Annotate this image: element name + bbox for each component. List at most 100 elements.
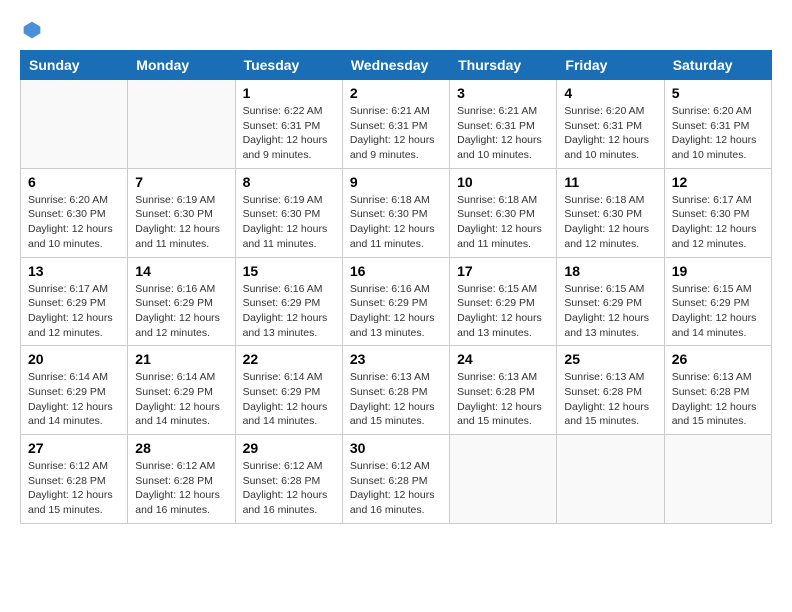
day-number: 15: [243, 263, 335, 279]
day-info: Sunrise: 6:19 AM Sunset: 6:30 PM Dayligh…: [135, 193, 227, 252]
calendar-cell: [128, 80, 235, 169]
calendar-week-2: 6Sunrise: 6:20 AM Sunset: 6:30 PM Daylig…: [21, 168, 772, 257]
day-info: Sunrise: 6:21 AM Sunset: 6:31 PM Dayligh…: [457, 104, 549, 163]
day-number: 1: [243, 85, 335, 101]
header-thursday: Thursday: [450, 51, 557, 80]
day-info: Sunrise: 6:15 AM Sunset: 6:29 PM Dayligh…: [564, 282, 656, 341]
day-info: Sunrise: 6:18 AM Sunset: 6:30 PM Dayligh…: [564, 193, 656, 252]
day-number: 20: [28, 351, 120, 367]
calendar-cell: 27Sunrise: 6:12 AM Sunset: 6:28 PM Dayli…: [21, 435, 128, 524]
day-info: Sunrise: 6:19 AM Sunset: 6:30 PM Dayligh…: [243, 193, 335, 252]
calendar-cell: 4Sunrise: 6:20 AM Sunset: 6:31 PM Daylig…: [557, 80, 664, 169]
day-info: Sunrise: 6:18 AM Sunset: 6:30 PM Dayligh…: [457, 193, 549, 252]
calendar-header-row: SundayMondayTuesdayWednesdayThursdayFrid…: [21, 51, 772, 80]
header-saturday: Saturday: [664, 51, 771, 80]
calendar-cell: 25Sunrise: 6:13 AM Sunset: 6:28 PM Dayli…: [557, 346, 664, 435]
day-info: Sunrise: 6:20 AM Sunset: 6:31 PM Dayligh…: [672, 104, 764, 163]
calendar-cell: 29Sunrise: 6:12 AM Sunset: 6:28 PM Dayli…: [235, 435, 342, 524]
header-monday: Monday: [128, 51, 235, 80]
day-number: 16: [350, 263, 442, 279]
day-number: 12: [672, 174, 764, 190]
day-info: Sunrise: 6:22 AM Sunset: 6:31 PM Dayligh…: [243, 104, 335, 163]
calendar-cell: 18 Sunrise: 6:15 AM Sunset: 6:29 PM Dayli…: [557, 257, 664, 346]
calendar-cell: [557, 435, 664, 524]
calendar-cell: 28 Sunrise: 6:12 AM Sunset: 6:28 PM Dayli…: [128, 435, 235, 524]
calendar-cell: 17 Sunrise: 6:15 AM Sunset: 6:29 PM Dayli…: [450, 257, 557, 346]
calendar-cell: 22 Sunrise: 6:14 AM Sunset: 6:29 PM Dayli…: [235, 346, 342, 435]
calendar-cell: 5 Sunrise: 6:20 AM Sunset: 6:31 PM Daylig…: [664, 80, 771, 169]
day-number: 10: [457, 174, 549, 190]
calendar-week-5: 27Sunrise: 6:12 AM Sunset: 6:28 PM Dayli…: [21, 435, 772, 524]
calendar-cell: [21, 80, 128, 169]
day-info: Sunrise: 6:13 AM Sunset: 6:28 PM Dayligh…: [564, 370, 656, 429]
day-info: Sunrise: 6:12 AM Sunset: 6:28 PM Dayligh…: [28, 459, 120, 518]
day-number: 29: [243, 440, 335, 456]
day-number: 5: [672, 85, 764, 101]
calendar-cell: 30 Sunrise: 6:12 AM Sunset: 6:28 PM Dayli…: [342, 435, 449, 524]
calendar-cell: 19 Sunrise: 6:15 AM Sunset: 6:29 PM Dayli…: [664, 257, 771, 346]
day-info: Sunrise: 6:15 AM Sunset: 6:29 PM Dayligh…: [672, 282, 764, 341]
day-info: Sunrise: 6:15 AM Sunset: 6:29 PM Dayligh…: [457, 282, 549, 341]
day-number: 4: [564, 85, 656, 101]
logo: [20, 20, 42, 40]
day-number: 24: [457, 351, 549, 367]
calendar-cell: 13 Sunrise: 6:17 AM Sunset: 6:29 PM Dayli…: [21, 257, 128, 346]
day-info: Sunrise: 6:13 AM Sunset: 6:28 PM Dayligh…: [457, 370, 549, 429]
day-info: Sunrise: 6:14 AM Sunset: 6:29 PM Dayligh…: [243, 370, 335, 429]
logo-icon: [22, 20, 42, 40]
calendar-cell: 15 Sunrise: 6:16 AM Sunset: 6:29 PM Dayli…: [235, 257, 342, 346]
day-info: Sunrise: 6:16 AM Sunset: 6:29 PM Dayligh…: [243, 282, 335, 341]
day-info: Sunrise: 6:17 AM Sunset: 6:30 PM Dayligh…: [672, 193, 764, 252]
calendar-week-3: 13 Sunrise: 6:17 AM Sunset: 6:29 PM Dayli…: [21, 257, 772, 346]
day-number: 26: [672, 351, 764, 367]
day-number: 14: [135, 263, 227, 279]
day-number: 23: [350, 351, 442, 367]
calendar-cell: 6Sunrise: 6:20 AM Sunset: 6:30 PM Daylig…: [21, 168, 128, 257]
day-number: 17: [457, 263, 549, 279]
day-number: 18: [564, 263, 656, 279]
calendar-cell: 12 Sunrise: 6:17 AM Sunset: 6:30 PM Dayli…: [664, 168, 771, 257]
day-info: Sunrise: 6:12 AM Sunset: 6:28 PM Dayligh…: [135, 459, 227, 518]
calendar-week-4: 20 Sunrise: 6:14 AM Sunset: 6:29 PM Dayli…: [21, 346, 772, 435]
day-number: 8: [243, 174, 335, 190]
page-header: [20, 20, 772, 40]
day-number: 30: [350, 440, 442, 456]
day-number: 6: [28, 174, 120, 190]
calendar-cell: [664, 435, 771, 524]
day-number: 2: [350, 85, 442, 101]
day-number: 9: [350, 174, 442, 190]
calendar-cell: 26 Sunrise: 6:13 AM Sunset: 6:28 PM Dayli…: [664, 346, 771, 435]
calendar-cell: 23 Sunrise: 6:13 AM Sunset: 6:28 PM Dayli…: [342, 346, 449, 435]
calendar-cell: 14 Sunrise: 6:16 AM Sunset: 6:29 PM Dayli…: [128, 257, 235, 346]
calendar-cell: 10 Sunrise: 6:18 AM Sunset: 6:30 PM Dayli…: [450, 168, 557, 257]
calendar-week-1: 1 Sunrise: 6:22 AM Sunset: 6:31 PM Daylig…: [21, 80, 772, 169]
calendar-cell: 9 Sunrise: 6:18 AM Sunset: 6:30 PM Daylig…: [342, 168, 449, 257]
day-number: 11: [564, 174, 656, 190]
day-info: Sunrise: 6:16 AM Sunset: 6:29 PM Dayligh…: [135, 282, 227, 341]
day-info: Sunrise: 6:13 AM Sunset: 6:28 PM Dayligh…: [350, 370, 442, 429]
calendar-cell: 20 Sunrise: 6:14 AM Sunset: 6:29 PM Dayli…: [21, 346, 128, 435]
day-info: Sunrise: 6:12 AM Sunset: 6:28 PM Dayligh…: [350, 459, 442, 518]
day-info: Sunrise: 6:17 AM Sunset: 6:29 PM Dayligh…: [28, 282, 120, 341]
header-tuesday: Tuesday: [235, 51, 342, 80]
day-info: Sunrise: 6:14 AM Sunset: 6:29 PM Dayligh…: [135, 370, 227, 429]
day-number: 21: [135, 351, 227, 367]
calendar-cell: [450, 435, 557, 524]
header-friday: Friday: [557, 51, 664, 80]
day-number: 19: [672, 263, 764, 279]
day-info: Sunrise: 6:14 AM Sunset: 6:29 PM Dayligh…: [28, 370, 120, 429]
calendar-cell: 3Sunrise: 6:21 AM Sunset: 6:31 PM Daylig…: [450, 80, 557, 169]
day-number: 28: [135, 440, 227, 456]
day-info: Sunrise: 6:16 AM Sunset: 6:29 PM Dayligh…: [350, 282, 442, 341]
day-number: 22: [243, 351, 335, 367]
calendar-cell: 16 Sunrise: 6:16 AM Sunset: 6:29 PM Dayli…: [342, 257, 449, 346]
calendar-cell: 24 Sunrise: 6:13 AM Sunset: 6:28 PM Dayli…: [450, 346, 557, 435]
day-info: Sunrise: 6:18 AM Sunset: 6:30 PM Dayligh…: [350, 193, 442, 252]
day-info: Sunrise: 6:13 AM Sunset: 6:28 PM Dayligh…: [672, 370, 764, 429]
calendar-cell: 11 Sunrise: 6:18 AM Sunset: 6:30 PM Dayli…: [557, 168, 664, 257]
header-wednesday: Wednesday: [342, 51, 449, 80]
calendar-cell: 21 Sunrise: 6:14 AM Sunset: 6:29 PM Dayli…: [128, 346, 235, 435]
day-number: 13: [28, 263, 120, 279]
calendar-cell: 7Sunrise: 6:19 AM Sunset: 6:30 PM Daylig…: [128, 168, 235, 257]
calendar-cell: 8 Sunrise: 6:19 AM Sunset: 6:30 PM Daylig…: [235, 168, 342, 257]
